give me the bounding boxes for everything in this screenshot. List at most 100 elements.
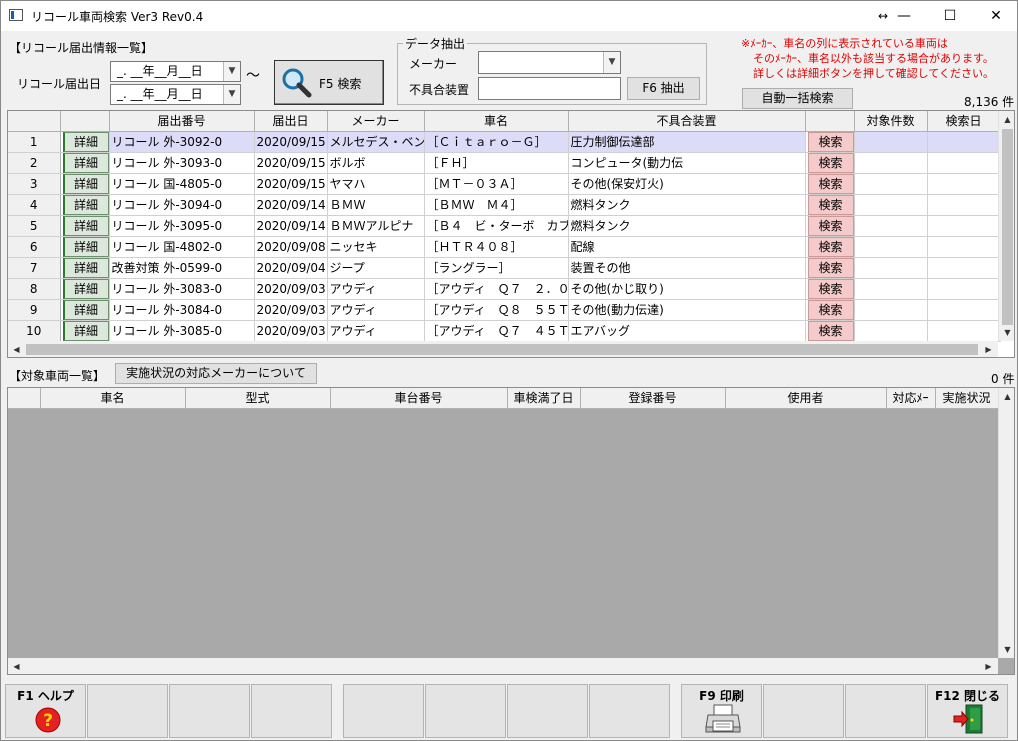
- row-search-button[interactable]: 検索: [807, 131, 853, 151]
- f7-empty-button[interactable]: [507, 684, 588, 738]
- f2-empty-button[interactable]: [87, 684, 168, 738]
- header-car-name[interactable]: 車名: [40, 388, 186, 409]
- row-search-button[interactable]: 検索: [807, 194, 853, 214]
- target-count-cell: [854, 236, 928, 258]
- f5-search-button[interactable]: F5 検索: [274, 60, 384, 105]
- target-count-cell: [854, 131, 928, 153]
- row-number: 3: [8, 173, 61, 195]
- table-row[interactable]: 1詳細リコール 外-3092-02020/09/15メルセデス・ベンツ［Ｃｉｔａ…: [8, 131, 1001, 153]
- detail-button[interactable]: 詳細: [62, 131, 108, 151]
- detail-button[interactable]: 詳細: [62, 257, 108, 277]
- target-horizontal-scrollbar[interactable]: ◀ ▶: [8, 658, 998, 674]
- header-inspection-expiry[interactable]: 車検満了日: [507, 388, 581, 409]
- date-to-field[interactable]: _. __年__月__日 ▼: [110, 84, 241, 105]
- row-search-button[interactable]: 検索: [807, 215, 853, 235]
- detail-button[interactable]: 詳細: [62, 320, 108, 340]
- search-date-cell: [927, 236, 1001, 258]
- minimize-button[interactable]: —: [881, 1, 927, 31]
- header-search-date[interactable]: 検索日: [927, 111, 1001, 132]
- chevron-down-icon[interactable]: ▼: [223, 85, 240, 104]
- date-from-field[interactable]: _. __年__月__日 ▼: [110, 61, 241, 82]
- header-supported-maker[interactable]: 対応ﾒｰ: [886, 388, 936, 409]
- f6-empty-button[interactable]: [425, 684, 506, 738]
- scroll-thumb[interactable]: [26, 344, 978, 355]
- chevron-down-icon[interactable]: ▼: [223, 62, 240, 81]
- recall-vertical-scrollbar[interactable]: ▲ ▼: [998, 111, 1014, 341]
- detail-button[interactable]: 詳細: [62, 299, 108, 319]
- row-search-button[interactable]: 検索: [807, 257, 853, 277]
- table-row[interactable]: 3 詳細 リコール 国-4805-0 2020/09/15 ヤマハ ［ＭＴ－０３Ａ］ その他…: [8, 173, 1001, 195]
- scroll-up-icon[interactable]: ▲: [999, 388, 1014, 405]
- f8-empty-button[interactable]: [589, 684, 670, 738]
- header-target-count[interactable]: 対象件数: [854, 111, 928, 132]
- maker-select[interactable]: ▼: [478, 51, 621, 74]
- search-date-cell: [927, 278, 1001, 300]
- f4-empty-button[interactable]: [251, 684, 332, 738]
- table-row[interactable]: 8 詳細 リコール 外-3083-0 2020/09/03 アウディ ［アウディ Ｑ７ ２…: [8, 278, 1001, 300]
- row-search-button[interactable]: 検索: [807, 320, 853, 340]
- header-registration-number[interactable]: 登録番号: [580, 388, 726, 409]
- header-car-name[interactable]: 車名: [424, 111, 569, 132]
- search-cell: 検索: [805, 236, 855, 258]
- table-row[interactable]: 7 詳細 改善対策 外-0599-0 2020/09/04 ジープ ［ラングラー］ 装置その…: [8, 257, 1001, 279]
- detail-button[interactable]: 詳細: [62, 173, 108, 193]
- row-search-button[interactable]: 検索: [807, 173, 853, 193]
- detail-button[interactable]: 詳細: [62, 152, 108, 172]
- header-report-date[interactable]: 届出日: [254, 111, 328, 132]
- table-row[interactable]: 4 詳細 リコール 外-3094-0 2020/09/14 ＢＭＷ ［ＢＭＷ Ｍ４］ 燃料タ…: [8, 194, 1001, 216]
- table-row[interactable]: 10 詳細 リコール 外-3085-0 2020/09/03 アウディ ［アウディ Ｑ７ …: [8, 320, 1001, 342]
- f12-close-button[interactable]: F12 閉じる: [927, 684, 1008, 738]
- scroll-down-icon[interactable]: ▼: [999, 324, 1014, 341]
- f3-empty-button[interactable]: [169, 684, 250, 738]
- maximize-button[interactable]: ☐: [927, 1, 973, 31]
- row-search-button[interactable]: 検索: [807, 278, 853, 298]
- f11-empty-button[interactable]: [845, 684, 926, 738]
- target-vertical-scrollbar[interactable]: ▲ ▼: [998, 388, 1014, 658]
- detail-button[interactable]: 詳細: [62, 215, 108, 235]
- detail-button[interactable]: 詳細: [62, 278, 108, 298]
- header-report-number[interactable]: 届出番号: [109, 111, 255, 132]
- table-row[interactable]: 2 詳細 リコール 外-3093-0 2020/09/15 ボルボ ［ＦＨ］ コンピュータ(…: [8, 152, 1001, 174]
- table-row[interactable]: 6 詳細 リコール 国-4802-0 2020/09/08 ニッセキ ［ＨＴＲ４０８］ 配線…: [8, 236, 1001, 258]
- scroll-down-icon[interactable]: ▼: [999, 641, 1014, 658]
- scroll-left-icon[interactable]: ◀: [8, 341, 25, 357]
- scroll-right-icon[interactable]: ▶: [980, 341, 997, 357]
- defect-cell: その他(保安灯火): [568, 173, 806, 195]
- target-count-cell: [854, 215, 928, 237]
- row-number: 8: [8, 278, 61, 300]
- scroll-right-icon[interactable]: ▶: [980, 658, 997, 674]
- header-user[interactable]: 使用者: [725, 388, 887, 409]
- header-defect[interactable]: 不具合装置: [568, 111, 806, 132]
- defect-cell: その他(かじ取り): [568, 278, 806, 300]
- chevron-down-icon[interactable]: ▼: [603, 52, 620, 73]
- recall-count: 8,136 件: [964, 95, 1015, 109]
- table-row[interactable]: 5 詳細 リコール 外-3095-0 2020/09/14 ＢＭＷアルピナ ［Ｂ４ ビ・タ…: [8, 215, 1001, 237]
- maker-info-button[interactable]: 実施状況の対応メーカーについて: [115, 363, 317, 384]
- scroll-thumb[interactable]: [1002, 129, 1013, 325]
- header-model[interactable]: 型式: [185, 388, 331, 409]
- header-maker[interactable]: メーカー: [327, 111, 425, 132]
- detail-button[interactable]: 詳細: [62, 236, 108, 256]
- detail-button[interactable]: 詳細: [62, 194, 108, 214]
- target-count: 0 件: [991, 372, 1015, 386]
- f10-empty-button[interactable]: [763, 684, 844, 738]
- header-implementation-status[interactable]: 実施状況: [935, 388, 999, 409]
- scroll-left-icon[interactable]: ◀: [8, 658, 25, 674]
- header-chassis-number[interactable]: 車台番号: [330, 388, 508, 409]
- f5-empty-button[interactable]: [343, 684, 424, 738]
- row-search-button[interactable]: 検索: [807, 152, 853, 172]
- maker-cell: アウディ: [327, 278, 425, 300]
- f1-help-button[interactable]: F1 ヘルプ ?: [5, 684, 86, 738]
- defect-field[interactable]: [478, 77, 621, 100]
- table-row[interactable]: 9 詳細 リコール 外-3084-0 2020/09/03 アウディ ［アウディ Ｑ８ ５…: [8, 299, 1001, 321]
- f1-help-label: F1 ヘルプ: [17, 689, 74, 703]
- auto-batch-search-button[interactable]: 自動一括検索: [742, 88, 853, 109]
- recall-horizontal-scrollbar[interactable]: ◀ ▶: [8, 341, 998, 357]
- f6-extract-button[interactable]: F6 抽出: [627, 77, 700, 100]
- close-button[interactable]: ✕: [973, 1, 1018, 31]
- scroll-up-icon[interactable]: ▲: [999, 111, 1014, 128]
- row-search-button[interactable]: 検索: [807, 236, 853, 256]
- title-bar[interactable]: リコール車両検索 Ver3 Rev0.4 ↔ — ☐ ✕: [1, 1, 1017, 31]
- row-search-button[interactable]: 検索: [807, 299, 853, 319]
- f9-print-button[interactable]: F9 印刷: [681, 684, 762, 738]
